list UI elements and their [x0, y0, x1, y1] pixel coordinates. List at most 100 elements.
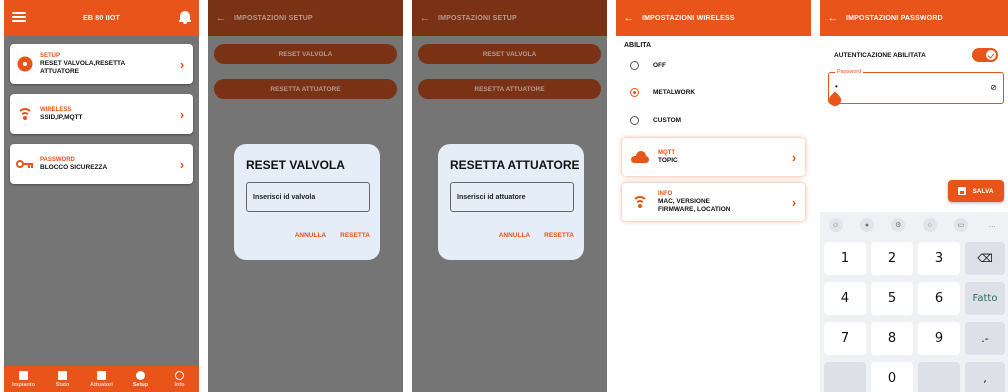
- radio-option-metalwork[interactable]: METALWORK: [630, 88, 695, 97]
- radio-label: OFF: [653, 62, 666, 69]
- card-detail: BLOCCO SICUREZZA: [40, 163, 108, 171]
- back-arrow-icon[interactable]: ←: [820, 12, 846, 24]
- list-icon: [97, 370, 106, 380]
- nav-label: Info: [174, 381, 185, 388]
- dot-dash-key[interactable]: .-: [965, 322, 1005, 355]
- key-7[interactable]: 7: [824, 322, 866, 355]
- password-field[interactable]: Password • ⊘: [828, 69, 1004, 104]
- password-settings-screen: ← IMPOSTAZIONI PASSWORD AUTENTICAZIONE A…: [820, 0, 1008, 392]
- auth-toggle[interactable]: [972, 48, 998, 62]
- wifi-icon: [632, 196, 648, 208]
- reset-actuator-button[interactable]: RESETTA ATTUATORE: [214, 79, 397, 99]
- nav-label: Setup: [132, 381, 149, 388]
- key-3[interactable]: 3: [918, 242, 960, 275]
- list-icon: [58, 370, 67, 380]
- screen-title: IMPOSTAZIONI SETUP: [234, 14, 313, 22]
- grid-icon: [19, 370, 28, 380]
- nav-label: Attuatori: [90, 381, 113, 388]
- numeric-keyboard: ☺ ● ⚙ ○ ▭ … 1 2 3 ⌫ 4 5 6 Fatto 7 8 9 .-: [820, 212, 1008, 392]
- key-5[interactable]: 5: [871, 282, 913, 315]
- button-label: RESET VALVOLA: [482, 50, 537, 58]
- app-bar: EB 80 IIOT: [4, 0, 199, 36]
- field-label: Password: [835, 69, 864, 75]
- screen-title: IMPOSTAZIONI SETUP: [438, 14, 517, 22]
- nav-impianto[interactable]: Impianto: [4, 366, 43, 392]
- dialog-title: RESET VALVOLA: [246, 158, 345, 172]
- password-card[interactable]: PASSWORD BLOCCO SICUREZZA ›: [10, 144, 193, 184]
- save-label: SALVA: [972, 187, 994, 195]
- card-detail: RESET VALVOLA,RESETTA: [40, 59, 126, 67]
- key-9[interactable]: 9: [918, 322, 960, 355]
- card-heading: SETUP: [40, 52, 61, 59]
- emoji-icon[interactable]: ☺: [828, 218, 843, 232]
- nav-setup[interactable]: Setup: [121, 366, 160, 392]
- comma-key[interactable]: ,: [965, 362, 1005, 392]
- key-0[interactable]: 0: [871, 362, 913, 392]
- nav-stato[interactable]: Stato: [43, 366, 82, 392]
- reset-actuator-screen: ← IMPOSTAZIONI SETUP RESET VALVOLA RESET…: [412, 0, 607, 392]
- reset-actuator-dialog: RESETTA ATTUATORE Inserisci id attuatore…: [438, 144, 584, 260]
- info-card[interactable]: INFO MAC, VERSIONE FIRMWARE, LOCATION ›: [622, 183, 805, 221]
- screen-title: IMPOSTAZIONI PASSWORD: [846, 14, 943, 22]
- reset-valve-screen: ← IMPOSTAZIONI SETUP RESET VALVOLA RESET…: [208, 0, 403, 392]
- chevron-right-icon: ›: [791, 194, 797, 210]
- key-4[interactable]: 4: [824, 282, 866, 315]
- reset-valve-button[interactable]: RESET VALVOLA: [418, 44, 601, 64]
- nav-attuatori[interactable]: Attuatori: [82, 366, 121, 392]
- mqtt-card[interactable]: MQTT TOPIC ›: [622, 138, 805, 176]
- radio-option-custom[interactable]: CUSTOM: [630, 116, 681, 125]
- reset-actuator-button[interactable]: RESETTA ATTUATORE: [418, 79, 601, 99]
- chevron-right-icon: ›: [791, 149, 797, 165]
- nav-info[interactable]: Info: [160, 366, 199, 392]
- key-8[interactable]: 8: [871, 322, 913, 355]
- card-heading: INFO: [658, 190, 673, 197]
- card-detail: TOPIC: [658, 156, 678, 164]
- app-bar: ← IMPOSTAZIONI SETUP: [208, 0, 403, 36]
- back-arrow-icon[interactable]: ←: [412, 12, 438, 24]
- wireless-card[interactable]: WIRELESS SSID,IP,MQTT ›: [10, 94, 193, 134]
- done-key[interactable]: Fatto: [965, 282, 1005, 315]
- settings-icon[interactable]: ⚙: [891, 218, 906, 232]
- card-detail: ATTUATORE: [40, 67, 79, 75]
- blank-key: [824, 362, 866, 392]
- radio-button[interactable]: [630, 116, 639, 125]
- back-arrow-icon[interactable]: ←: [208, 12, 234, 24]
- setup-card[interactable]: SETUP RESET VALVOLA,RESETTA ATTUATORE ›: [10, 44, 193, 84]
- info-icon: [175, 370, 184, 380]
- backspace-key[interactable]: ⌫: [965, 242, 1005, 275]
- actuator-id-input[interactable]: Inserisci id attuatore: [450, 182, 574, 212]
- radio-label: METALWORK: [653, 89, 696, 96]
- radio-option-off[interactable]: OFF: [630, 61, 666, 70]
- save-button[interactable]: SALVA: [948, 180, 1004, 202]
- key-1[interactable]: 1: [824, 242, 866, 275]
- confirm-reset-button[interactable]: RESETTA: [340, 232, 370, 239]
- confirm-reset-button[interactable]: RESETTA: [544, 232, 574, 239]
- bell-icon[interactable]: [179, 10, 191, 24]
- radio-button[interactable]: [630, 61, 639, 70]
- radio-label: CUSTOM: [653, 117, 682, 124]
- key-icon: [16, 160, 34, 168]
- radio-button[interactable]: [630, 88, 639, 97]
- keyboard-toolbar: ☺ ● ⚙ ○ ▭ …: [820, 216, 1008, 234]
- input-placeholder: Inserisci id attuatore: [457, 193, 526, 201]
- back-arrow-icon[interactable]: ←: [616, 12, 642, 24]
- key-6[interactable]: 6: [918, 282, 960, 315]
- reset-valve-button[interactable]: RESET VALVOLA: [214, 44, 397, 64]
- button-label: RESETTA ATTUATORE: [474, 85, 545, 93]
- blank-key: [918, 362, 960, 392]
- eye-off-icon[interactable]: ⊘: [990, 83, 997, 92]
- nav-label: Impianto: [12, 381, 35, 388]
- screen-title: IMPOSTAZIONI WIRELESS: [642, 14, 735, 22]
- key-2[interactable]: 2: [871, 242, 913, 275]
- clipboard-icon[interactable]: ▭: [953, 218, 968, 232]
- screenshot-collage: EB 80 IIOT SETUP RESET VALVOLA,RESETTA A…: [0, 0, 1008, 392]
- cancel-button[interactable]: ANNULLA: [295, 232, 326, 239]
- valve-id-input[interactable]: Inserisci id valvola: [246, 182, 370, 212]
- mic-icon[interactable]: ●: [859, 218, 874, 232]
- cancel-button[interactable]: ANNULLA: [499, 232, 530, 239]
- more-icon[interactable]: …: [985, 218, 999, 232]
- card-heading: PASSWORD: [40, 156, 75, 163]
- search-icon[interactable]: ○: [922, 218, 937, 232]
- card-detail: SSID,IP,MQTT: [40, 113, 83, 121]
- gear-icon: [136, 370, 145, 380]
